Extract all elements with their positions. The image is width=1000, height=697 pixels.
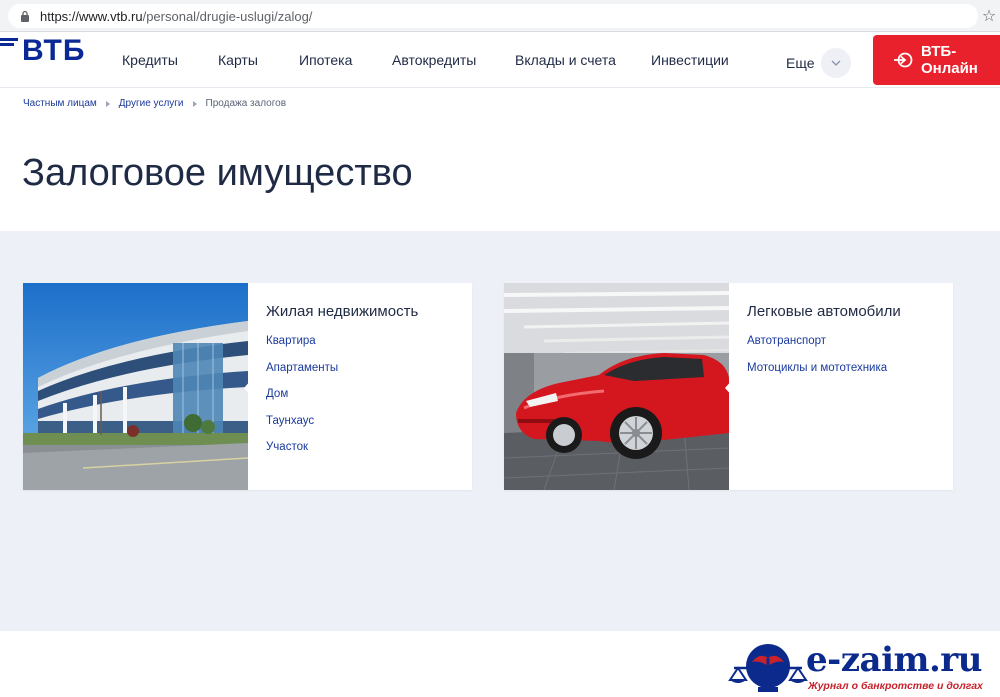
nav-item-cards[interactable]: Карты — [218, 52, 258, 68]
nav-item-credits[interactable]: Кредиты — [122, 52, 178, 68]
url-text: https://www.vtb.ru/personal/drugie-uslug… — [40, 9, 312, 24]
link-vehicles[interactable]: Автотранспорт — [747, 335, 901, 347]
chevron-down-icon — [820, 48, 851, 78]
link-house[interactable]: Дом — [266, 388, 418, 400]
breadcrumb-current: Продажа залогов — [205, 98, 287, 109]
browser-address-bar: https://www.vtb.ru/personal/drugie-uslug… — [0, 0, 1000, 32]
site-header: ВТБ Кредиты Карты Ипотека Автокредиты Вк… — [0, 32, 1000, 88]
card-title[interactable]: Легковые автомобили — [747, 303, 901, 320]
breadcrumb-separator-icon — [192, 100, 197, 107]
nav-item-deposits[interactable]: Вклады и счета — [515, 52, 616, 68]
breadcrumb: Частным лицам Другие услуги Продажа зало… — [23, 98, 286, 109]
car-image[interactable] — [504, 283, 729, 490]
url-field[interactable]: https://www.vtb.ru/personal/drugie-uslug… — [8, 4, 978, 28]
scales-logo-icon — [728, 644, 808, 692]
page-title: Залоговое имущество — [22, 152, 413, 194]
building-image[interactable] — [23, 283, 248, 490]
more-label: Еще — [786, 55, 815, 71]
nav-item-autocredits[interactable]: Автокредиты — [392, 52, 476, 68]
watermark-name: e-zaim.ru — [806, 640, 982, 680]
url-host: https://www.vtb.ru — [40, 8, 143, 24]
nav-item-investments[interactable]: Инвестиции — [651, 52, 729, 68]
vtb-online-button[interactable]: ВТБ-Онлайн — [873, 35, 1000, 85]
card-cars-body: Легковые автомобили Автотранспорт Мотоци… — [747, 303, 901, 388]
link-apartment[interactable]: Квартира — [266, 335, 418, 347]
card-cars: Легковые автомобили Автотранспорт Мотоци… — [504, 283, 953, 490]
card-residential: Жилая недвижимость Квартира Апартаменты … — [23, 283, 472, 490]
link-land-plot[interactable]: Участок — [266, 441, 418, 453]
login-arrow-icon — [893, 52, 913, 68]
link-townhouse[interactable]: Таунхаус — [266, 415, 418, 427]
link-motorcycles[interactable]: Мотоциклы и мототехника — [747, 362, 901, 374]
bookmark-star-icon[interactable]: ☆ — [978, 4, 1000, 28]
card-residential-body: Жилая недвижимость Квартира Апартаменты … — [266, 303, 418, 468]
nav-item-mortgage[interactable]: Ипотека — [299, 52, 352, 68]
breadcrumb-private-persons[interactable]: Частным лицам — [23, 98, 97, 109]
watermark-tagline: Журнал о банкротстве и долгах — [808, 680, 983, 692]
link-apartments[interactable]: Апартаменты — [266, 362, 418, 374]
catalog-section: Жилая недвижимость Квартира Апартаменты … — [0, 231, 1000, 631]
lock-icon — [20, 10, 32, 22]
card-notch — [725, 379, 733, 397]
url-path: /personal/drugie-uslugi/zalog/ — [142, 8, 313, 24]
more-menu-button[interactable]: Еще — [786, 48, 851, 78]
watermark: e-zaim.ru Журнал о банкротстве и долгах — [728, 640, 1000, 697]
breadcrumb-separator-icon — [105, 100, 110, 107]
card-title[interactable]: Жилая недвижимость — [266, 303, 418, 320]
card-notch — [244, 379, 252, 397]
vtb-online-label: ВТБ-Онлайн — [920, 43, 978, 77]
breadcrumb-other-services[interactable]: Другие услуги — [119, 98, 184, 109]
